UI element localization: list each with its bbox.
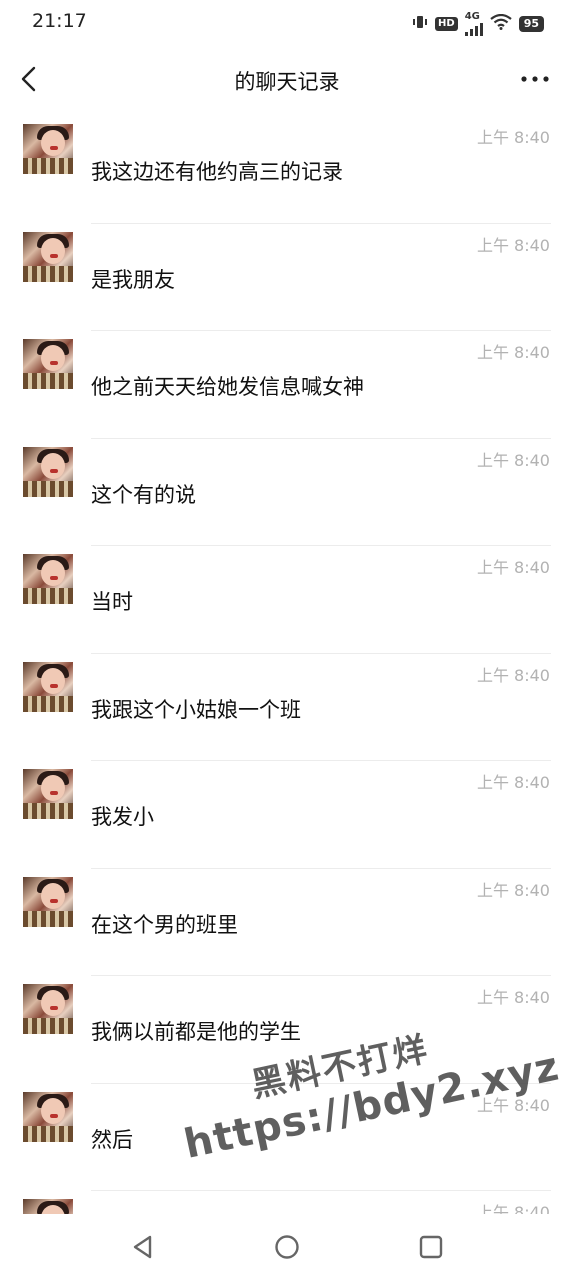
avatar[interactable]	[23, 984, 73, 1034]
message-item[interactable]: 上午 8:40 他之前天天给她发信息喊女神	[0, 331, 574, 439]
avatar[interactable]	[23, 554, 73, 604]
message-item[interactable]: 上午 8:40 我俩以前都是他的学生	[0, 976, 574, 1084]
page-title: 的聊天记录	[234, 70, 340, 94]
chat-history-header: 的聊天记录	[0, 44, 574, 116]
more-dots-icon	[521, 76, 549, 82]
message-text: 他之前天天给她发信息喊女神	[91, 375, 364, 399]
system-nav-bar	[0, 1214, 574, 1280]
message-time: 上午 8:40	[476, 988, 550, 1007]
message-time: 上午 8:40	[476, 773, 550, 792]
message-time: 上午 8:40	[476, 128, 550, 147]
message-item[interactable]: 上午 8:40 我这边还有他约高三的记录	[0, 116, 574, 224]
message-item[interactable]: 上午 8:40	[0, 1191, 574, 1214]
message-time: 上午 8:40	[476, 450, 550, 470]
message-time: 上午 8:40	[476, 1095, 550, 1115]
message-time: 上午 8:40	[476, 235, 550, 255]
message-time: 上午 8:40	[476, 343, 550, 362]
message-text: 这个有的说	[91, 482, 196, 507]
square-recents-icon	[419, 1235, 443, 1259]
message-time: 上午 8:40	[476, 1203, 550, 1214]
status-bar: 21:17 HD 4G 95	[0, 0, 574, 44]
more-options-button[interactable]	[518, 62, 552, 96]
message-time: 上午 8:40	[476, 558, 550, 577]
message-text: 当时	[91, 590, 133, 614]
avatar[interactable]	[23, 124, 73, 174]
message-text: 我俩以前都是他的学生	[91, 1020, 301, 1044]
message-text: 然后	[91, 1127, 133, 1152]
message-item[interactable]: 上午 8:40 当时	[0, 546, 574, 654]
nav-home-button[interactable]	[272, 1232, 302, 1262]
avatar[interactable]	[23, 661, 73, 712]
network-label: 4G	[464, 11, 480, 22]
nav-back-button[interactable]	[128, 1232, 158, 1262]
message-list[interactable]: 上午 8:40 我这边还有他约高三的记录 上午 8:40 是我朋友 上午 8:4…	[0, 116, 574, 1214]
avatar[interactable]	[23, 769, 73, 819]
message-text: 在这个男的班里	[91, 912, 238, 937]
hd-badge: HD	[435, 17, 458, 31]
circle-home-icon	[275, 1235, 299, 1259]
avatar[interactable]	[23, 1199, 73, 1214]
avatar[interactable]	[23, 876, 73, 927]
message-item[interactable]: 上午 8:40 这个有的说	[0, 439, 574, 546]
nav-recents-button[interactable]	[416, 1232, 446, 1262]
avatar[interactable]	[23, 1091, 73, 1142]
message-item[interactable]: 上午 8:40 在这个男的班里	[0, 869, 574, 976]
avatar[interactable]	[23, 231, 73, 282]
message-item[interactable]: 上午 8:40 是我朋友	[0, 224, 574, 331]
message-text: 我跟这个小姑娘一个班	[91, 697, 301, 722]
signal-bars-icon	[464, 22, 483, 36]
vibrate-icon	[412, 14, 428, 34]
cellular-signal: 4G	[464, 11, 483, 36]
message-item[interactable]: 上午 8:40 我跟这个小姑娘一个班	[0, 654, 574, 761]
message-time: 上午 8:40	[476, 880, 550, 900]
message-item[interactable]: 上午 8:40 我发小	[0, 761, 574, 869]
wifi-icon	[490, 13, 512, 34]
status-time: 21:17	[32, 10, 87, 32]
battery-indicator: 95	[518, 16, 544, 32]
avatar[interactable]	[23, 446, 73, 497]
triangle-back-icon	[133, 1235, 152, 1259]
message-text: 是我朋友	[91, 267, 175, 292]
message-time: 上午 8:40	[476, 665, 550, 685]
status-icons: HD 4G 95	[412, 12, 544, 36]
avatar[interactable]	[23, 339, 73, 389]
message-text: 我发小	[91, 805, 154, 829]
message-text: 我这边还有他约高三的记录	[91, 160, 343, 184]
message-item[interactable]: 上午 8:40 然后	[0, 1084, 574, 1191]
